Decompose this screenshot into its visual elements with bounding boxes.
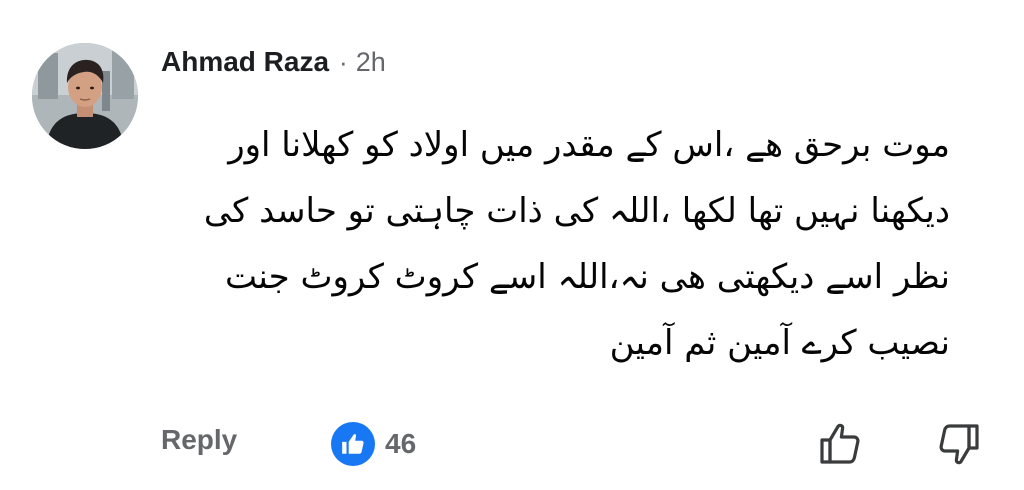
thumbs-down-icon[interactable]	[936, 421, 982, 467]
like-icon	[331, 422, 375, 466]
avatar-photo	[32, 43, 138, 149]
comment: Ahmad Raza · 2h موت برحق ھے ،اس کے مقدر …	[0, 0, 1024, 490]
avatar[interactable]	[32, 43, 138, 149]
author-name[interactable]: Ahmad Raza	[161, 46, 329, 78]
reaction-count: 46	[385, 428, 417, 459]
reply-button[interactable]: Reply	[161, 424, 237, 456]
comment-timestamp[interactable]: 2h	[356, 47, 386, 78]
comment-text-line: دیکھنا نہیں تھا لکھا ،اللہ کی ذات چاہتی …	[203, 191, 950, 231]
comment-text: موت برحق ھے ،اس کے مقدر میں اولاد کو کھل…	[150, 112, 950, 376]
thumbs-up-icon[interactable]	[817, 421, 863, 467]
comment-text-line: نصیب کرے آمین ثم آمین	[609, 323, 950, 363]
comment-text-line: نظر اسے دیکھتی ھی نہ،اللہ اسے کروٹ کروٹ …	[225, 257, 950, 297]
comment-text-line: موت برحق ھے ،اس کے مقدر میں اولاد کو کھل…	[228, 125, 950, 165]
header-separator: ·	[339, 46, 348, 77]
reaction-summary[interactable]: 46	[331, 422, 416, 466]
comment-header: Ahmad Raza · 2h	[161, 44, 386, 80]
